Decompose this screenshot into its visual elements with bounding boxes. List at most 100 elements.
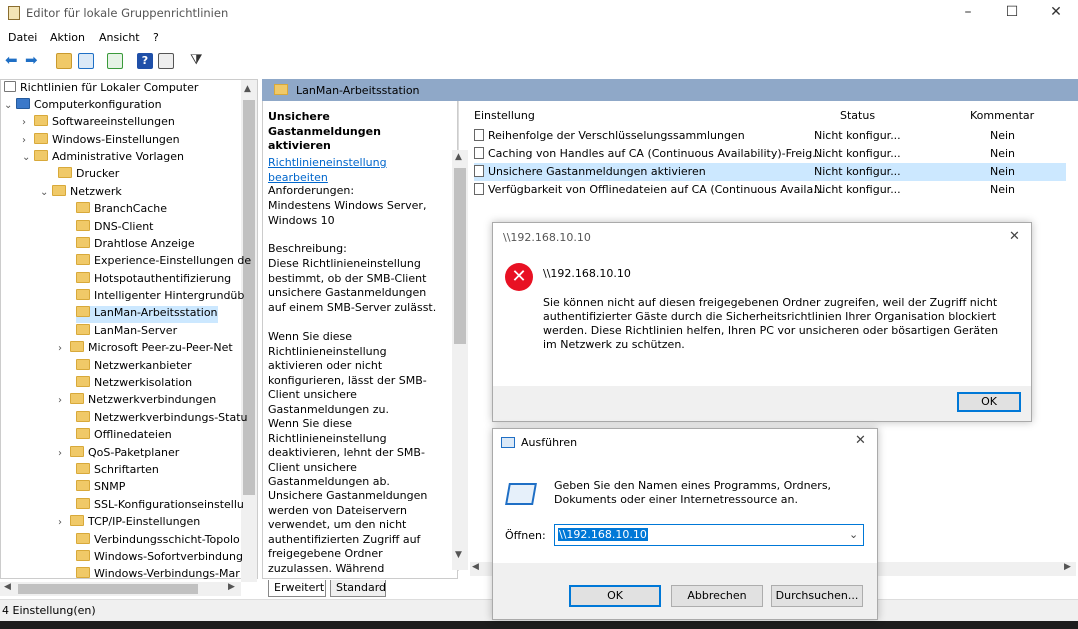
tree-item-drucker[interactable]: Drucker <box>58 167 119 184</box>
chevron-right-icon[interactable]: › <box>58 517 70 528</box>
description-paragraph-3: Wenn Sie diese Richtlinieneinstellung de… <box>268 417 425 489</box>
tree-horizontal-scrollbar[interactable]: ◀ ▶ <box>0 582 241 596</box>
run-browse-button[interactable]: Durchsuchen... <box>771 585 863 607</box>
chevron-down-icon[interactable]: ⌄ <box>22 152 34 163</box>
chevron-right-icon[interactable]: › <box>22 117 34 128</box>
tree-item-windows-einstellungen[interactable]: › Windows-Einstellungen <box>22 133 180 150</box>
run-cancel-button[interactable]: Abbrechen <box>671 585 763 607</box>
list-item[interactable]: Reihenfolge der Verschlüsselungssammlung… <box>474 127 1066 145</box>
description-text: Diese Richtlinieneinstellung bestimmt, o… <box>268 257 437 314</box>
status-text: 4 Einstellung(en) <box>2 604 96 617</box>
back-arrow-icon[interactable]: ⬅ <box>5 53 21 69</box>
requirements-text: Mindestens Windows Server, Windows 10 <box>268 199 427 227</box>
taskbar-edge <box>0 621 1078 629</box>
edit-policy-link[interactable]: Richtlinieneinstellung bearbeiten <box>268 156 446 185</box>
error-ok-button[interactable]: OK <box>957 392 1021 412</box>
tree-item-netzwerkisolation[interactable]: Netzwerkisolation <box>76 376 192 393</box>
tree-item-branchcache[interactable]: BranchCache <box>76 202 167 219</box>
run-ok-button[interactable]: OK <box>569 585 661 607</box>
error-dialog: \\192.168.10.10 ✕ ✕ \\192.168.10.10 Sie … <box>492 222 1032 422</box>
chevron-right-icon[interactable]: › <box>58 343 70 354</box>
tree-item-verbindungsschicht[interactable]: Verbindungsschicht-Topolo <box>76 533 240 550</box>
run-program-icon <box>505 483 537 505</box>
open-input-value[interactable]: \\192.168.10.10 <box>558 528 648 541</box>
tree-item-tcpip[interactable]: › TCP/IP-Einstellungen <box>58 515 200 532</box>
column-header-setting[interactable]: Einstellung <box>474 109 535 122</box>
folder-icon <box>70 341 84 352</box>
menu-ansicht[interactable]: Ansicht <box>99 31 140 44</box>
folder-icon <box>76 324 90 335</box>
maximize-button[interactable]: ☐ <box>1002 4 1022 22</box>
tree-item-drahtlose-anzeige[interactable]: Drahtlose Anzeige <box>76 237 195 254</box>
tree-item-softwareeinstellungen[interactable]: › Softwareeinstellungen <box>22 115 175 132</box>
tree-item-root[interactable]: Richtlinien für Lokaler Computer <box>4 81 198 98</box>
menu-aktion[interactable]: Aktion <box>50 31 85 44</box>
filter-icon[interactable]: ⧩ <box>190 53 206 69</box>
folder-icon <box>76 237 90 248</box>
tree-item-verbindungs-manager[interactable]: Windows-Verbindungs-Mar <box>76 567 240 581</box>
error-dialog-close-icon[interactable]: ✕ <box>1009 229 1020 244</box>
tree-item-dns-client[interactable]: DNS-Client <box>76 220 154 237</box>
tree-item-netzwerk[interactable]: ⌄ Netzwerk <box>40 185 122 202</box>
tree-item-sofortverbindung[interactable]: Windows-Sofortverbindung <box>76 550 243 567</box>
tree-item-snmp[interactable]: SNMP <box>76 480 125 497</box>
tree-item-peer[interactable]: › Microsoft Peer-zu-Peer-Net <box>58 341 233 358</box>
tab-standard[interactable]: Standard <box>330 580 386 597</box>
properties-icon[interactable] <box>158 53 174 69</box>
folder-icon <box>76 376 90 387</box>
folder-icon <box>76 411 90 422</box>
run-dialog-close-icon[interactable]: ✕ <box>855 433 866 448</box>
policy-setting-icon <box>474 165 484 177</box>
policy-setting-icon <box>474 183 484 195</box>
description-paragraph-4: Unsichere Gastanmeldungen werden von Dat… <box>268 489 428 577</box>
tree-item-lanman-server[interactable]: LanMan-Server <box>76 324 177 341</box>
chevron-down-icon[interactable]: ⌄ <box>4 100 16 111</box>
chevron-down-icon[interactable]: ⌄ <box>40 187 52 198</box>
export-list-icon[interactable] <box>107 53 123 69</box>
forward-arrow-icon[interactable]: ➡ <box>25 53 41 69</box>
chevron-right-icon[interactable]: › <box>58 448 70 459</box>
column-header-comment[interactable]: Kommentar <box>970 109 1034 122</box>
chevron-down-icon[interactable]: ⌄ <box>849 528 858 541</box>
policy-setting-icon <box>474 147 484 159</box>
chevron-right-icon[interactable]: › <box>22 135 34 146</box>
chevron-right-icon[interactable]: › <box>58 395 70 406</box>
column-header-status[interactable]: Status <box>840 109 875 122</box>
tree-item-lanman-arbeitsstation[interactable]: LanMan-Arbeitsstation <box>76 306 218 323</box>
tree-item-qos[interactable]: › QoS-Paketplaner <box>58 446 179 463</box>
tree-item-netzwerkverbindungs-status[interactable]: Netzwerkverbindungs-Statu <box>76 411 247 428</box>
folder-icon <box>76 498 90 509</box>
tab-erweitert[interactable]: Erweitert <box>268 580 326 597</box>
menu-datei[interactable]: Datei <box>8 31 37 44</box>
tree-item-schriftarten[interactable]: Schriftarten <box>76 463 159 480</box>
list-item-selected[interactable]: Unsichere Gastanmeldungen aktivieren Nic… <box>474 163 1066 181</box>
folder-icon <box>76 202 90 213</box>
close-button[interactable]: ✕ <box>1046 4 1066 22</box>
help-icon[interactable]: ? <box>137 53 153 69</box>
computer-icon <box>16 98 30 109</box>
up-folder-icon[interactable] <box>56 53 72 69</box>
tree-item-intelligenter[interactable]: Intelligenter Hintergrundüb <box>76 289 244 306</box>
folder-icon <box>34 133 48 144</box>
show-hide-tree-icon[interactable] <box>78 53 94 69</box>
window-title: Editor für lokale Gruppenrichtlinien <box>26 6 229 20</box>
menu-help[interactable]: ? <box>153 31 159 44</box>
tree-item-experience[interactable]: Experience-Einstellungen de <box>76 254 251 271</box>
folder-icon <box>70 393 84 404</box>
tree-item-netzwerkanbieter[interactable]: Netzwerkanbieter <box>76 359 192 376</box>
tree-item-netzwerkverbindungen[interactable]: › Netzwerkverbindungen <box>58 393 216 410</box>
list-item[interactable]: Verfügbarkeit von Offlinedateien auf CA … <box>474 181 1066 199</box>
tree-item-hotspot[interactable]: Hotspotauthentifizierung <box>76 272 231 289</box>
error-dialog-message: Sie können nicht auf diesen freigegebene… <box>543 296 999 351</box>
policy-doc-icon <box>4 81 16 92</box>
description-scrollbar[interactable]: ▲ ▼ <box>452 150 468 570</box>
list-item[interactable]: Caching von Handles auf CA (Continuous A… <box>474 145 1066 163</box>
minimize-button[interactable]: – <box>958 4 978 22</box>
tree-item-offlinedateien[interactable]: Offlinedateien <box>76 428 172 445</box>
tree-item-ssl[interactable]: SSL-Konfigurationseinstellu <box>76 498 244 515</box>
folder-icon <box>76 272 90 283</box>
tree-item-administrative-vorlagen[interactable]: ⌄ Administrative Vorlagen <box>22 150 184 167</box>
title-bar: Editor für lokale Gruppenrichtlinien – ☐… <box>0 0 1078 28</box>
open-combobox[interactable]: \\192.168.10.10 ⌄ <box>554 524 864 546</box>
tree-item-computerkonfiguration[interactable]: ⌄ Computerkonfiguration <box>4 98 162 115</box>
